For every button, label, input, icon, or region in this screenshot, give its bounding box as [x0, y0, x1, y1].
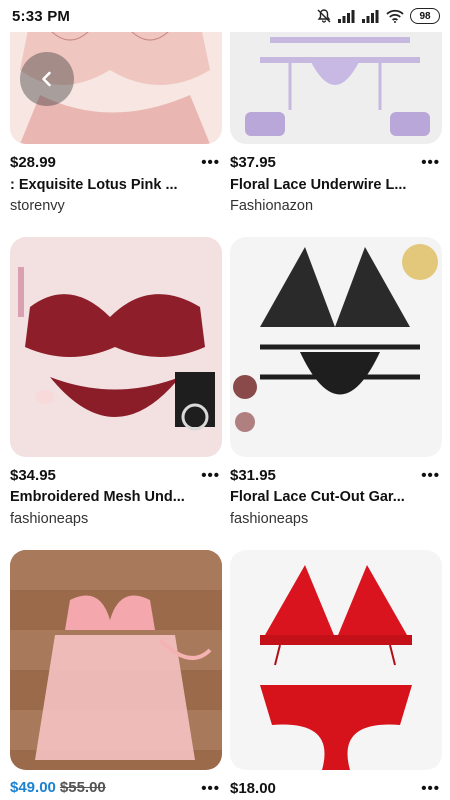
- signal-icon: [362, 10, 379, 23]
- product-image[interactable]: [10, 237, 222, 457]
- more-options-button[interactable]: •••: [201, 781, 222, 796]
- lingerie-photo: [230, 550, 442, 770]
- product-feed[interactable]: $28.99 ••• : Exquisite Lotus Pink ... st…: [0, 0, 450, 800]
- product-title[interactable]: Floral Lace Underwire L...: [230, 177, 442, 193]
- more-options-button[interactable]: •••: [421, 468, 442, 483]
- product-image[interactable]: [230, 237, 442, 457]
- price-row: $37.95 •••: [230, 152, 442, 172]
- more-options-button[interactable]: •••: [421, 781, 442, 796]
- original-price: $55.00: [59, 779, 106, 796]
- signal-icon: [338, 10, 355, 23]
- store-name[interactable]: Fashionazon: [230, 198, 442, 214]
- product-title[interactable]: Floral Lace Cut-Out Gar...: [230, 489, 442, 505]
- price-row: $49.00 $55.00 •••: [10, 778, 222, 798]
- status-icons: 98: [316, 8, 440, 24]
- price-row: $18.00 •••: [230, 778, 442, 798]
- product-image[interactable]: [10, 550, 222, 770]
- more-options-button[interactable]: •••: [201, 468, 222, 483]
- status-bar: 5:33 PM 98: [0, 0, 450, 32]
- price: $34.95: [10, 466, 56, 484]
- wifi-icon: [386, 9, 404, 23]
- product-title[interactable]: : Exquisite Lotus Pink ...: [10, 177, 222, 193]
- more-options-button[interactable]: •••: [201, 155, 222, 170]
- sale-price: $49.00: [10, 779, 56, 796]
- price: $37.95: [230, 153, 276, 171]
- product-title[interactable]: Embroidered Mesh Und...: [10, 489, 222, 505]
- mute-icon: [317, 9, 331, 23]
- lingerie-photo: [10, 237, 222, 457]
- price: $28.99: [10, 153, 56, 171]
- chevron-left-icon: [42, 71, 51, 87]
- price-group: $49.00 $55.00: [10, 779, 106, 797]
- product-image[interactable]: [230, 550, 442, 770]
- battery-icon: 98: [410, 8, 440, 24]
- price-row: $28.99 •••: [10, 152, 222, 172]
- lingerie-photo: [10, 550, 222, 770]
- status-time: 5:33 PM: [12, 7, 71, 25]
- store-name[interactable]: fashioneaps: [230, 511, 442, 527]
- price-row: $34.95 •••: [10, 465, 222, 485]
- price-row: $31.95 •••: [230, 465, 442, 485]
- store-name[interactable]: storenvy: [10, 198, 222, 214]
- price: $18.00: [230, 779, 276, 797]
- store-name[interactable]: fashioneaps: [10, 511, 222, 527]
- lingerie-photo: [230, 237, 442, 457]
- back-button[interactable]: [20, 52, 74, 106]
- price: $31.95: [230, 466, 276, 484]
- more-options-button[interactable]: •••: [421, 155, 442, 170]
